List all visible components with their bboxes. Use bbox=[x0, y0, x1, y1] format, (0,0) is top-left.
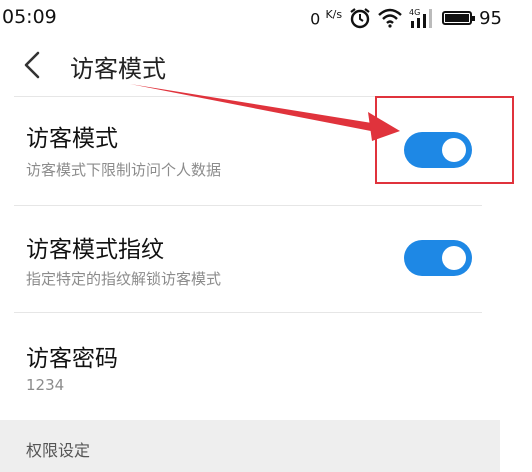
guest-password-value: 1234 bbox=[26, 376, 65, 394]
page-title: 访客模式 bbox=[70, 55, 166, 83]
annotation-highlight-box bbox=[375, 96, 514, 184]
status-bar: 05:09 0 K/s 4G 95 bbox=[0, 0, 532, 36]
status-time: 05:09 bbox=[2, 6, 57, 28]
guest-mode-subtitle: 访客模式下限制访问个人数据 bbox=[26, 161, 222, 179]
guest-password-row[interactable]: 访客密码 1234 bbox=[0, 313, 500, 420]
signal-4g-icon: 4G bbox=[409, 8, 433, 28]
battery-level: 95 bbox=[479, 7, 502, 29]
guest-fingerprint-toggle[interactable] bbox=[404, 240, 472, 276]
status-icons: 0 K/s 4G 95 bbox=[310, 6, 502, 30]
guest-password-title: 访客密码 bbox=[26, 346, 118, 372]
top-bar: 访客模式 bbox=[0, 36, 532, 96]
guest-fingerprint-row[interactable]: 访客模式指纹 指定特定的指纹解锁访客模式 bbox=[0, 206, 500, 312]
guest-fingerprint-subtitle: 指定特定的指纹解锁访客模式 bbox=[26, 270, 222, 288]
permissions-section-header: 权限设定 bbox=[0, 420, 500, 472]
alarm-icon bbox=[350, 8, 370, 29]
guest-mode-title: 访客模式 bbox=[26, 126, 118, 152]
battery-icon bbox=[442, 11, 476, 25]
chevron-left-icon[interactable] bbox=[18, 48, 48, 82]
page-margin bbox=[500, 420, 532, 472]
wifi-icon bbox=[378, 8, 402, 28]
guest-fingerprint-title: 访客模式指纹 bbox=[26, 237, 164, 263]
svg-text:4G: 4G bbox=[409, 8, 420, 17]
network-speed: 0 K/s bbox=[310, 7, 343, 29]
permissions-section-label: 权限设定 bbox=[26, 441, 91, 460]
toggle-knob bbox=[442, 246, 466, 270]
